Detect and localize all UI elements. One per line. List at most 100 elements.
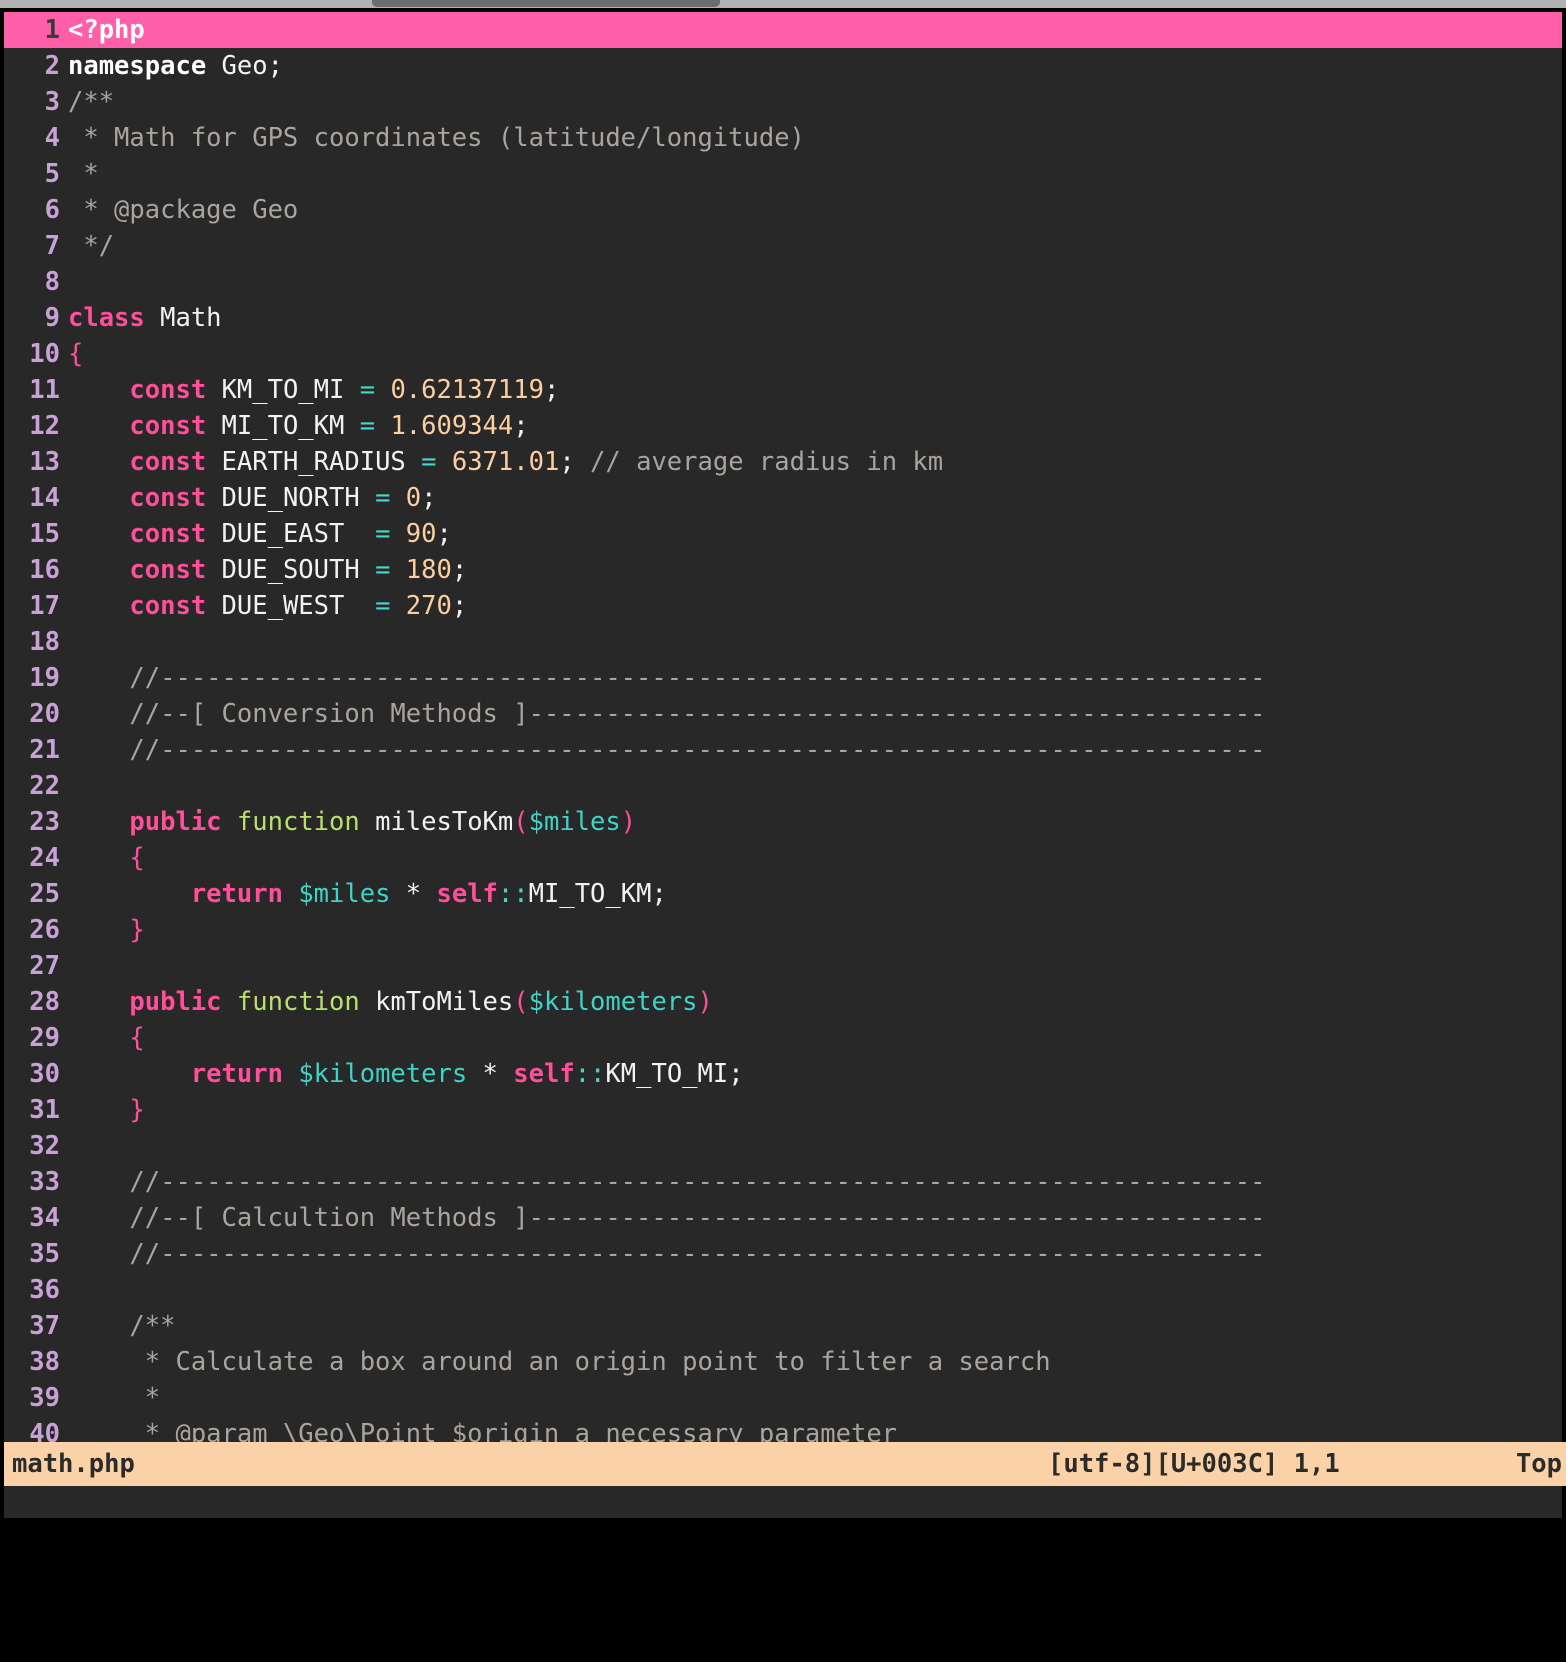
line-number: 2 bbox=[44, 51, 60, 81]
code-line[interactable]: 10 { bbox=[4, 336, 1562, 372]
code-token: //--------------------------------------… bbox=[68, 663, 1266, 693]
code-text: namespace Geo; bbox=[68, 51, 283, 81]
code-token: DUE_WEST bbox=[206, 591, 376, 621]
code-token: ( bbox=[513, 987, 529, 1017]
code-token: * Math for GPS coordinates (latitude/lon… bbox=[68, 123, 805, 153]
code-line[interactable]: 25 return $miles * self::MI_TO_KM; bbox=[4, 876, 1562, 912]
code-line[interactable]: 13 const EARTH_RADIUS = 6371.01; // aver… bbox=[4, 444, 1562, 480]
line-number: 11 bbox=[29, 375, 60, 405]
code-token: * bbox=[68, 159, 99, 189]
code-token: :: bbox=[574, 1059, 606, 1089]
code-line[interactable]: 23 public function milesToKm($miles) bbox=[4, 804, 1562, 840]
code-line[interactable]: 34 //--[ Calcultion Methods ]-----------… bbox=[4, 1200, 1562, 1236]
code-token: * @package Geo bbox=[68, 195, 299, 225]
code-token: return bbox=[190, 879, 283, 909]
code-line[interactable]: 22 bbox=[4, 768, 1562, 804]
line-number: 8 bbox=[44, 267, 60, 297]
code-text: public function milesToKm($miles) bbox=[68, 807, 636, 837]
code-token: ; bbox=[451, 591, 468, 621]
code-token: const bbox=[129, 519, 207, 549]
code-line[interactable]: 28 public function kmToMiles($kilometers… bbox=[4, 984, 1562, 1020]
status-scroll-position: Top bbox=[1515, 1449, 1562, 1479]
code-token: function bbox=[236, 807, 360, 837]
code-token: class bbox=[68, 303, 145, 333]
code-token: DUE_NORTH bbox=[206, 483, 376, 513]
code-line[interactable]: 32 bbox=[4, 1128, 1562, 1164]
line-number: 26 bbox=[29, 915, 60, 945]
line-number: 1 bbox=[44, 15, 60, 45]
code-line[interactable]: 21 //-----------------------------------… bbox=[4, 732, 1562, 768]
code-line[interactable]: 14 const DUE_NORTH = 0; bbox=[4, 480, 1562, 516]
code-text: */ bbox=[68, 231, 114, 261]
code-line[interactable]: 38 * Calculate a box around an origin po… bbox=[4, 1344, 1562, 1380]
line-number: 40 bbox=[29, 1419, 60, 1442]
code-line[interactable]: 33 //-----------------------------------… bbox=[4, 1164, 1562, 1200]
code-token: ) bbox=[620, 807, 637, 837]
code-line[interactable]: 9 class Math bbox=[4, 300, 1562, 336]
code-line[interactable]: 3 /** bbox=[4, 84, 1562, 120]
code-line[interactable]: 39 * bbox=[4, 1380, 1562, 1416]
code-line[interactable]: 4 * Math for GPS coordinates (latitude/l… bbox=[4, 120, 1562, 156]
code-line[interactable]: 40 * @param \Geo\Point $origin a necessa… bbox=[4, 1416, 1562, 1442]
code-token: //--------------------------------------… bbox=[68, 735, 1266, 765]
line-number: 24 bbox=[29, 843, 60, 873]
code-text: const EARTH_RADIUS = 6371.01; // average… bbox=[68, 447, 943, 477]
code-text: //--------------------------------------… bbox=[68, 1167, 1265, 1197]
code-line[interactable]: 37 /** bbox=[4, 1308, 1562, 1344]
code-line[interactable]: 20 //--[ Conversion Methods ]-----------… bbox=[4, 696, 1562, 732]
code-line[interactable]: 24 { bbox=[4, 840, 1562, 876]
code-line[interactable]: 36 bbox=[4, 1272, 1562, 1308]
code-token: 180 bbox=[405, 555, 452, 585]
code-text: <?php bbox=[68, 15, 145, 45]
code-line[interactable]: 6 * @package Geo bbox=[4, 192, 1562, 228]
code-token: */ bbox=[68, 231, 115, 261]
line-number: 7 bbox=[44, 231, 60, 261]
code-token: //--------------------------------------… bbox=[68, 1167, 1266, 1197]
code-line[interactable]: 8 bbox=[4, 264, 1562, 300]
status-bar: math.php [utf-8][U+003C] 1,1 Top bbox=[4, 1442, 1566, 1486]
code-text: { bbox=[68, 843, 144, 873]
code-line[interactable]: 19 //-----------------------------------… bbox=[4, 660, 1562, 696]
code-text: * bbox=[68, 1383, 160, 1413]
code-text: return $kilometers * self::KM_TO_MI; bbox=[68, 1059, 744, 1089]
code-line[interactable]: 35 //-----------------------------------… bbox=[4, 1236, 1562, 1272]
code-editor-surface[interactable]: 1 <?php 2 namespace Geo; 3/** 4 * Math for GP… bbox=[4, 12, 1562, 1442]
code-token: milesToKm bbox=[359, 807, 514, 837]
code-token: const bbox=[129, 591, 207, 621]
line-number: 4 bbox=[44, 123, 60, 153]
code-line[interactable]: 16 const DUE_SOUTH = 180; bbox=[4, 552, 1562, 588]
code-line[interactable]: 30 return $kilometers * self::KM_TO_MI; bbox=[4, 1056, 1562, 1092]
command-line[interactable] bbox=[4, 1486, 1562, 1518]
code-line[interactable]: 31 } bbox=[4, 1092, 1562, 1128]
window-titlebar bbox=[0, 0, 1566, 8]
window-tab[interactable] bbox=[372, 0, 720, 7]
code-text: } bbox=[68, 915, 144, 945]
line-number: 9 bbox=[44, 303, 60, 333]
code-line[interactable]: 27 bbox=[4, 948, 1562, 984]
code-text: const KM_TO_MI = 0.62137119; bbox=[68, 375, 559, 405]
code-line[interactable]: 11 const KM_TO_MI = 0.62137119; bbox=[4, 372, 1562, 408]
code-line[interactable]: 17 const DUE_WEST = 270; bbox=[4, 588, 1562, 624]
line-number: 34 bbox=[29, 1203, 60, 1233]
code-token: $kilometers bbox=[528, 987, 698, 1017]
code-text: /** bbox=[68, 1311, 175, 1341]
code-line[interactable]: 18 bbox=[4, 624, 1562, 660]
code-line[interactable]: 5 * bbox=[4, 156, 1562, 192]
code-line[interactable]: 15 const DUE_EAST = 90; bbox=[4, 516, 1562, 552]
line-number: 12 bbox=[29, 411, 60, 441]
line-number: 20 bbox=[29, 699, 60, 729]
code-line[interactable]: 29 { bbox=[4, 1020, 1562, 1056]
line-number: 25 bbox=[29, 879, 60, 909]
code-line[interactable]: 2 namespace Geo; bbox=[4, 48, 1562, 84]
code-line[interactable]: 7 */ bbox=[4, 228, 1562, 264]
code-line[interactable]: 12 const MI_TO_KM = 1.609344; bbox=[4, 408, 1562, 444]
line-number: 39 bbox=[29, 1383, 60, 1413]
line-number: 3 bbox=[44, 87, 60, 117]
code-line[interactable]: 26 } bbox=[4, 912, 1562, 948]
line-number: 32 bbox=[29, 1131, 60, 1161]
code-line[interactable]: 1 <?php bbox=[4, 12, 1562, 48]
